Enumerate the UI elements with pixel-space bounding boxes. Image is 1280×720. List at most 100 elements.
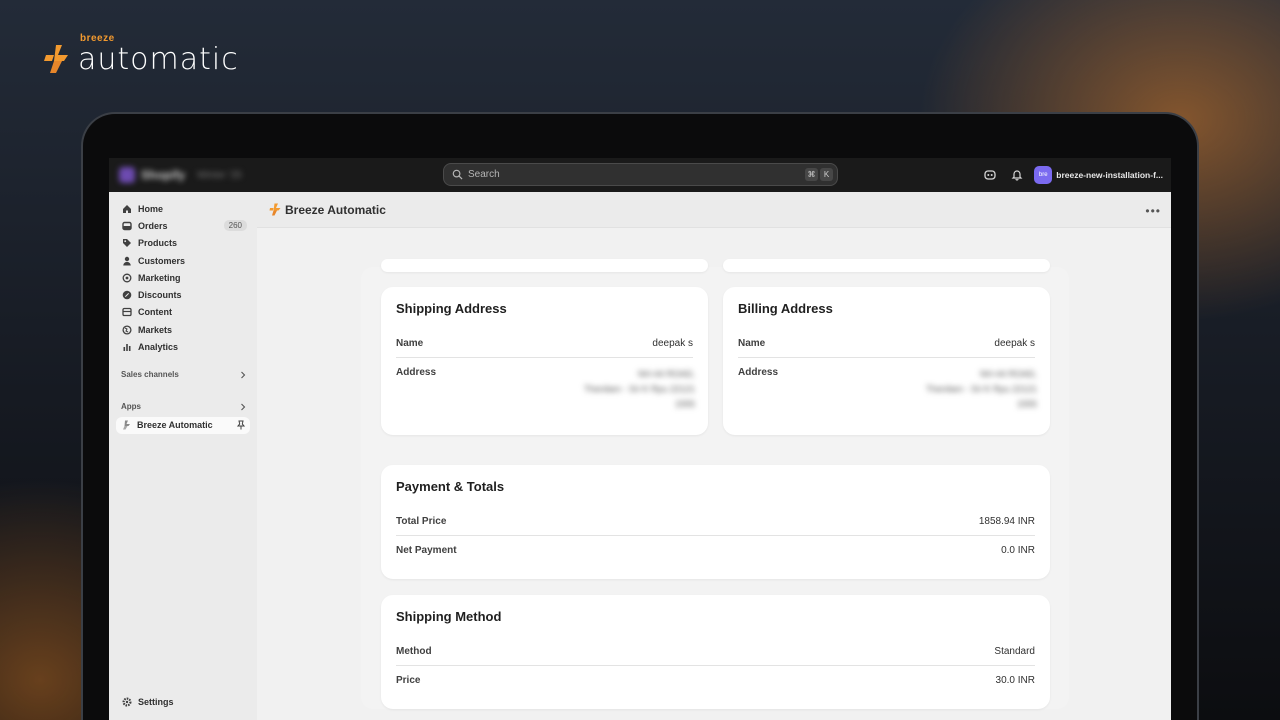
cmd-key: ⌘ [805,168,818,181]
pin-icon[interactable] [236,420,246,430]
address-line: NH-44 ROAD, [979,369,1037,379]
sidebar-item-content[interactable]: Content [109,304,257,321]
brand-big-text: automatic [78,42,239,77]
address-line: 1555 [1016,399,1037,409]
person-icon [123,256,131,266]
divider [396,535,1035,536]
search-placeholder: Search [468,169,500,180]
orders-icon [122,221,132,231]
shipping-address-value: NH-44 ROAD, Thenilam - Sri K Rpu 22121 1… [584,367,695,412]
partial-card-right [723,259,1050,272]
billing-address-card: Billing Address Name deepak s Address NH… [723,287,1050,435]
total-price-label: Total Price [396,516,447,527]
target-icon [122,273,132,283]
divider [738,357,1035,358]
sales-channels-label: Sales channels [121,370,179,380]
logo-sub: Winter '25 [197,169,242,181]
name-value: deepak s [652,338,693,349]
sidebar-item-label: Discounts [138,290,182,301]
sidebar-item-products[interactable]: Products [109,235,257,252]
shipping-price-row: Price 30.0 INR [396,675,1035,686]
net-payment-value: 0.0 INR [1001,545,1035,556]
sidebar-item-label: Breeze Automatic [137,420,213,431]
apps-section[interactable]: Apps [109,399,257,415]
address-label: Address [738,367,779,378]
discount-icon [122,290,132,300]
screen: Shopify Winter '25 Search ⌘ K bre breeze… [109,158,1171,720]
payment-title: Payment & Totals [396,479,505,494]
sidebar-item-orders[interactable]: Orders 260 [109,217,257,234]
breeze-app-icon [269,203,281,216]
address-line: NH-44 ROAD, [637,369,695,379]
shipping-method-card: Shipping Method Method Standard Price 30… [381,595,1050,709]
gear-icon [122,697,132,707]
partial-card-left [381,259,708,272]
sidebar-item-breeze-automatic[interactable]: Breeze Automatic [116,416,250,434]
payment-totals-card: Payment & Totals Total Price 1858.94 INR… [381,465,1050,579]
chevron-right-icon [241,403,246,411]
breeze-app-icon [123,420,130,430]
sidekick-icon[interactable] [980,165,1000,185]
sidebar-item-label: Home [138,203,164,214]
shipping-name-row: Name deepak s [396,338,693,349]
sidebar-item-home[interactable]: Home [109,200,257,217]
net-payment-label: Net Payment [396,545,457,556]
sidebar: Home Orders 260 Products Customers Marke… [109,192,257,720]
method-value: Standard [994,646,1035,657]
k-key: K [820,168,833,181]
top-bar: Shopify Winter '25 Search ⌘ K bre breeze… [109,158,1171,192]
app-header: Breeze Automatic ••• [257,192,1171,228]
globe-icon [122,325,132,335]
apps-label: Apps [121,402,141,412]
address-line: 1555 [674,399,695,409]
search-bar[interactable]: Search ⌘ K [443,163,838,186]
sidebar-item-label: Analytics [138,342,179,353]
avatar[interactable]: bre [1034,166,1053,184]
home-icon [123,204,131,213]
content-icon [122,308,132,317]
orders-count-badge: 260 [223,220,247,232]
sales-channels-section[interactable]: Sales channels [109,367,257,383]
tag-icon [123,239,131,248]
store-name[interactable]: breeze-new-installation-f... [1056,170,1163,180]
billing-name-row: Name deepak s [738,338,1035,349]
address-line: Thenilam - Sri K Rpu 22121 [583,384,695,394]
address-label: Address [396,367,437,378]
bar-chart-icon [123,344,131,352]
sidebar-item-label: Markets [138,324,173,335]
shopify-bag-icon [119,167,135,183]
order-details-panel: Shipping Address Name deepak s Address N… [361,259,1069,709]
total-price-value: 1858.94 INR [978,516,1035,527]
sidebar-item-label: Customers [138,255,186,266]
name-label: Name [738,338,766,349]
search-icon [452,169,463,180]
bell-icon[interactable] [1007,165,1027,185]
divider [396,665,1035,666]
shipping-address-title: Shipping Address [396,301,507,316]
billing-address-value: NH-44 ROAD, Thenilam - Sri K Rpu 22121 1… [926,367,1037,412]
method-label: Method [396,646,432,657]
shipping-price-value: 30.0 INR [995,675,1035,686]
total-price-row: Total Price 1858.94 INR [396,516,1035,527]
sidebar-item-marketing[interactable]: Marketing [109,269,257,286]
method-row: Method Standard [396,646,1035,657]
divider [396,357,693,358]
sidebar-item-markets[interactable]: Markets [109,321,257,338]
address-line: Thenilam - Sri K Rpu 22121 [925,384,1037,394]
sidebar-item-label: Settings [138,697,174,707]
sidebar-item-discounts[interactable]: Discounts [109,286,257,303]
sidebar-item-settings[interactable]: Settings [122,697,174,707]
sidebar-item-analytics[interactable]: Analytics [109,338,257,355]
sidebar-item-customers[interactable]: Customers [109,252,257,269]
shopify-logo[interactable]: Shopify Winter '25 [119,167,242,183]
name-value: deepak s [994,338,1035,349]
shipping-address-card: Shipping Address Name deepak s Address N… [381,287,708,435]
shipping-method-title: Shipping Method [396,609,502,624]
billing-address-title: Billing Address [738,301,833,316]
breeze-automatic-logo: breeze automatic [42,34,239,75]
sidebar-item-label: Products [138,238,178,249]
chevron-right-icon [241,371,246,379]
sidebar-item-label: Content [138,307,172,318]
more-options-icon[interactable]: ••• [1145,204,1161,218]
breeze-logo-icon [44,45,68,73]
